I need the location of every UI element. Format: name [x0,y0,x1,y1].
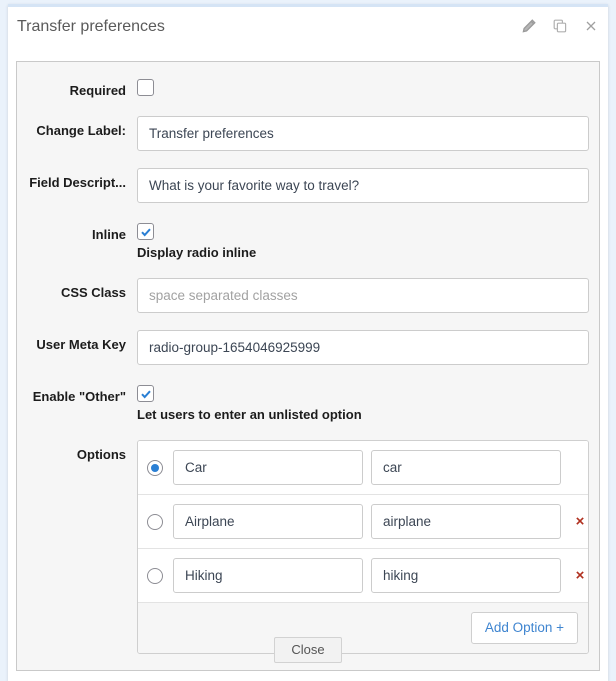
change-label-input[interactable] [137,116,589,151]
css-class-field [137,278,589,313]
field-row-description: Field Descript... [23,168,589,203]
enable-other-field: Let users to enter an unlisted option [137,382,589,423]
option-remove-cell: × [561,460,588,475]
transfer-preferences-dialog: Transfer preferences Required Change Lab… [8,4,608,681]
settings-panel: Required Change Label: Field D [16,61,600,671]
enable-other-label: Enable "Other" [32,389,126,404]
option-row: × [138,441,588,495]
option-label-input[interactable] [173,504,363,539]
field-row-enable-other: Enable "Other" Let users to enter an unl… [23,382,589,423]
field-row-change-label: Change Label: [23,116,589,151]
option-label-input[interactable] [173,450,363,485]
inline-label: Inline [92,227,126,242]
field-row-inline: Inline Display radio inline [23,220,589,261]
option-remove-cell: × [561,568,588,583]
option-remove-button[interactable]: × [576,514,585,529]
enable-other-checkbox[interactable] [137,385,154,402]
option-remove-button[interactable]: × [576,568,585,583]
options-rows: × × × [138,441,588,603]
edit-pencil-icon[interactable] [520,17,538,35]
change-label-label: Change Label: [36,123,126,138]
field-row-required: Required [23,76,589,99]
required-label: Required [69,83,126,98]
header-actions [520,17,600,35]
css-class-input[interactable] [137,278,589,313]
option-remove-cell: × [561,514,588,529]
option-row: × [138,495,588,549]
option-radio[interactable] [147,513,163,530]
user-meta-key-input[interactable] [137,330,589,365]
user-meta-key-label: User Meta Key [36,337,126,352]
options-panel: ××× Add Option + [137,440,589,654]
option-radio[interactable] [147,567,163,584]
option-label-input[interactable] [173,558,363,593]
field-row-css-class: CSS Class [23,278,589,313]
inline-checkbox[interactable] [137,223,154,240]
inline-field: Display radio inline [137,220,589,261]
required-field [137,76,589,96]
option-row: × [138,549,588,603]
option-radio-dot [151,463,159,472]
inline-hint: Display radio inline [137,245,257,260]
option-radio[interactable] [147,459,163,476]
field-description-field [137,168,589,203]
css-class-label: CSS Class [60,285,126,300]
field-row-options: Options ××× Add Option + [23,440,589,654]
option-value-input[interactable] [371,504,561,539]
options-label: Options [76,447,126,462]
close-icon[interactable] [582,17,600,35]
dialog-header: Transfer preferences [8,4,608,61]
dialog-title: Transfer preferences [17,18,165,35]
screen-root: Transfer preferences Required Change Lab… [0,0,616,681]
user-meta-key-field [137,330,589,365]
duplicate-icon[interactable] [551,17,569,35]
required-checkbox[interactable] [137,79,154,96]
field-description-label: Field Descript... [29,175,126,190]
change-label-field [137,116,589,151]
options-field: ××× Add Option + [137,440,589,654]
option-value-input[interactable] [371,558,561,593]
bottom-bar: Close [0,636,616,663]
close-button[interactable]: Close [274,636,342,663]
field-row-user-meta-key: User Meta Key [23,330,589,365]
option-value-input[interactable] [371,450,561,485]
enable-other-hint: Let users to enter an unlisted option [137,407,362,422]
field-description-input[interactable] [137,168,589,203]
